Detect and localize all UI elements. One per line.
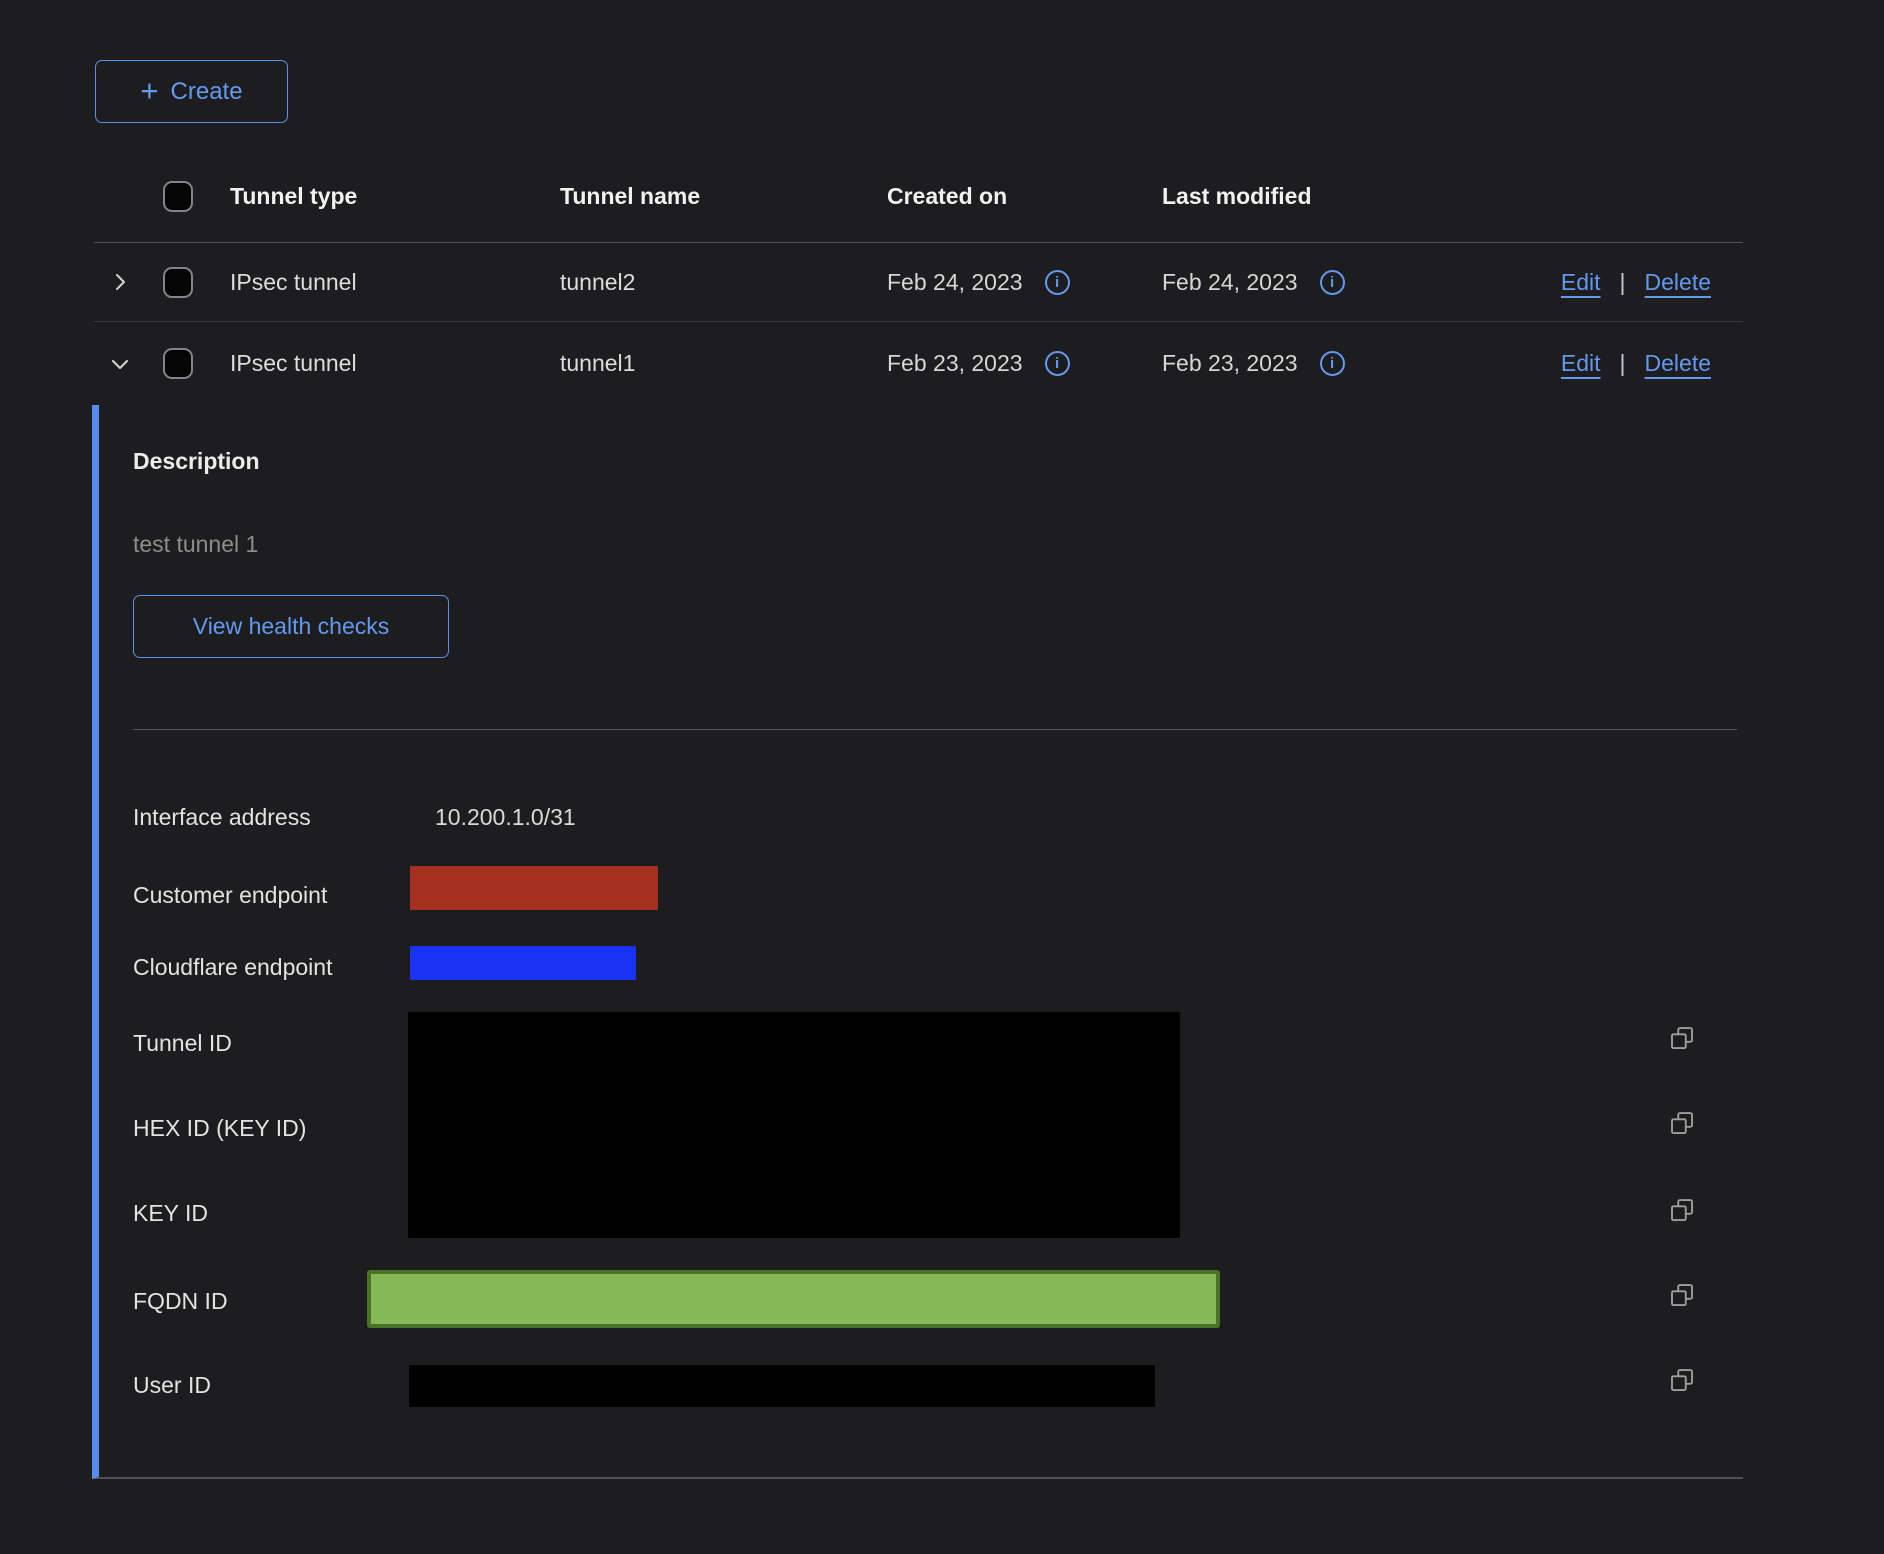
header-created-on: Created on [887,183,1162,210]
tunnel-name-cell: tunnel2 [560,269,887,296]
customer-endpoint-label: Customer endpoint [133,882,327,909]
chevron-down-icon[interactable] [105,349,135,379]
info-icon[interactable]: i [1320,351,1345,376]
header-tunnel-type: Tunnel type [230,183,560,210]
created-on-cell: Feb 24, 2023 [887,269,1023,296]
tunnel-id-label: Tunnel ID [133,1030,232,1057]
copy-icon[interactable] [1667,1023,1697,1053]
info-icon[interactable]: i [1045,270,1070,295]
table-row: IPsec tunnel tunnel1 Feb 23, 2023 i Feb … [94,322,1743,405]
copy-icon[interactable] [1667,1365,1697,1395]
header-tunnel-name: Tunnel name [560,183,887,210]
key-id-label: KEY ID [133,1200,208,1227]
customer-endpoint-redacted-value [410,866,658,910]
copy-icon[interactable] [1667,1108,1697,1138]
table-header-row: Tunnel type Tunnel name Created on Last … [94,150,1743,243]
row-checkbox[interactable] [163,348,193,379]
tunnel-detail-panel: Description test tunnel 1 View health ch… [92,405,1743,1479]
tunnels-page: + Create Tunnel type Tunnel name Created… [0,0,1884,1554]
row-checkbox[interactable] [163,267,193,298]
description-value: test tunnel 1 [133,531,258,558]
copy-icon[interactable] [1667,1280,1697,1310]
cloudflare-endpoint-redacted-value [410,946,636,980]
interface-address-value: 10.200.1.0/31 [435,804,576,831]
create-button[interactable]: + Create [95,60,288,123]
header-last-modified: Last modified [1162,183,1482,210]
description-label: Description [133,448,260,475]
fqdn-id-redacted-value [367,1270,1220,1328]
info-icon[interactable]: i [1320,270,1345,295]
last-modified-cell: Feb 24, 2023 [1162,269,1298,296]
table-row: IPsec tunnel tunnel2 Feb 24, 2023 i Feb … [94,243,1743,322]
chevron-right-icon[interactable] [105,267,135,297]
fqdn-id-label: FQDN ID [133,1288,228,1315]
last-modified-cell: Feb 23, 2023 [1162,350,1298,377]
tunnel-name-cell: tunnel1 [560,350,887,377]
tunnel-type-cell: IPsec tunnel [230,350,560,377]
tunnel-ids-redacted-block [408,1012,1180,1238]
section-divider [133,729,1737,730]
select-all-checkbox[interactable] [163,181,193,212]
tunnel-type-cell: IPsec tunnel [230,269,560,296]
user-id-label: User ID [133,1372,211,1399]
create-button-label: Create [171,78,243,106]
hex-id-label: HEX ID (KEY ID) [133,1115,306,1142]
created-on-cell: Feb 23, 2023 [887,350,1023,377]
copy-icon[interactable] [1667,1195,1697,1225]
edit-link[interactable]: Edit [1561,269,1601,296]
delete-link[interactable]: Delete [1645,350,1711,377]
action-separator: | [1620,350,1626,377]
cloudflare-endpoint-label: Cloudflare endpoint [133,954,332,981]
edit-link[interactable]: Edit [1561,350,1601,377]
interface-address-label: Interface address [133,804,311,831]
action-separator: | [1620,269,1626,296]
view-health-checks-button[interactable]: View health checks [133,595,449,658]
info-icon[interactable]: i [1045,351,1070,376]
tunnels-table: Tunnel type Tunnel name Created on Last … [94,150,1743,405]
plus-icon: + [140,75,158,106]
delete-link[interactable]: Delete [1645,269,1711,296]
user-id-redacted-value [409,1365,1155,1407]
